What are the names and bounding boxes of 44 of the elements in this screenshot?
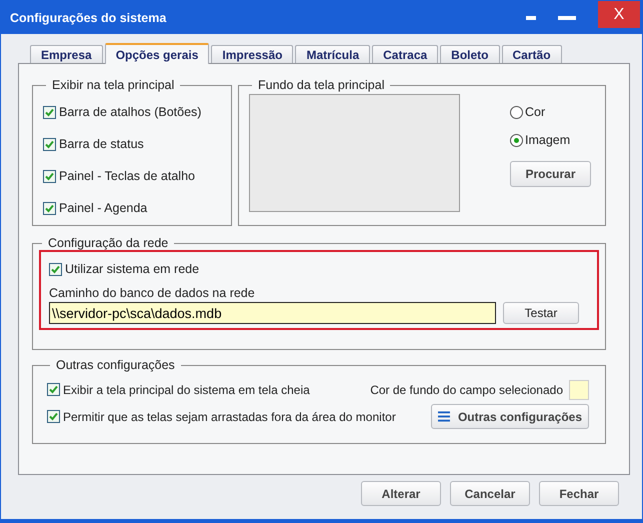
field-label: Cor de fundo do campo selecionado xyxy=(370,382,563,396)
checkbox[interactable] xyxy=(47,383,60,396)
tab[interactable]: Opções gerais xyxy=(104,43,210,64)
tab[interactable]: Impressão xyxy=(211,45,294,63)
group-title: Exibir na tela principal xyxy=(51,78,176,92)
more-settings-button[interactable]: Outras configurações xyxy=(431,404,589,429)
field-label: Caminho do banco de dados na rede xyxy=(49,286,256,300)
checkbox-label: Painel - Teclas de atalho xyxy=(59,169,195,183)
window-title: Configurações do sistema xyxy=(10,10,168,24)
checkbox[interactable] xyxy=(47,410,60,423)
checkbox[interactable] xyxy=(43,138,56,150)
dialog-button[interactable]: Fechar xyxy=(539,481,619,506)
tab[interactable]: Boleto xyxy=(440,45,500,63)
checkbox-label: Exibir a tela principal do sistema em tela cheia xyxy=(63,382,310,396)
checkbox[interactable] xyxy=(43,170,56,182)
radio-button[interactable] xyxy=(510,106,523,118)
checkbox-label: Barra de status xyxy=(59,137,144,151)
checkbox-label: Utilizar sistema em rede xyxy=(65,262,200,276)
restore-icon[interactable] xyxy=(526,16,536,20)
checkbox[interactable] xyxy=(43,202,56,214)
group-title: Fundo da tela principal xyxy=(257,78,386,92)
path-field[interactable]: \\servidor-pc\sca\dados.mdb xyxy=(49,302,496,324)
tab[interactable]: Cartão xyxy=(502,45,562,63)
close-button[interactable]: X xyxy=(598,1,640,28)
checkbox[interactable] xyxy=(49,262,62,276)
radio-label: Imagem xyxy=(525,133,570,147)
radio-label: Cor xyxy=(525,105,546,119)
browse-button[interactable]: Procurar xyxy=(510,161,591,187)
tab[interactable]: Empresa xyxy=(30,45,103,63)
tab[interactable]: Matrícula xyxy=(295,45,370,63)
radio-button[interactable] xyxy=(510,134,523,146)
test-button[interactable]: Testar xyxy=(503,302,579,324)
group-title: Outras configurações xyxy=(55,358,176,372)
checkbox-label: Barra de atalhos (Botões) xyxy=(59,105,202,119)
tab[interactable]: Catraca xyxy=(372,45,438,63)
checkbox-label: Painel - Agenda xyxy=(59,201,148,215)
color-swatch[interactable] xyxy=(569,380,589,400)
checkbox-label: Permitir que as telas sejam arrastadas fora da área do monitor xyxy=(63,410,396,424)
group-title: Configuração da rede xyxy=(47,236,170,250)
checkbox[interactable] xyxy=(43,106,56,118)
dialog-button[interactable]: Cancelar xyxy=(450,481,530,506)
dialog-button[interactable]: Alterar xyxy=(361,481,441,506)
menu-icon xyxy=(438,411,450,422)
minimize-icon[interactable] xyxy=(558,16,576,20)
